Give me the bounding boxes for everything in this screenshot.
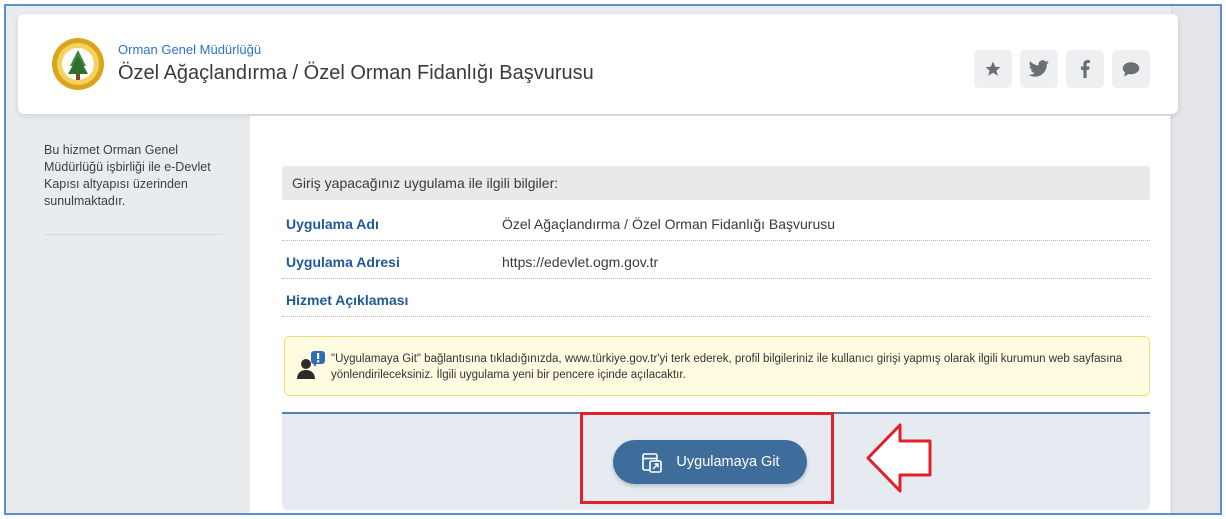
- row-label: Uygulama Adresi: [286, 254, 400, 270]
- redirect-notice: "Uygulamaya Git" bağlantısına tıkladığın…: [284, 336, 1150, 396]
- twitter-icon: [1028, 60, 1049, 77]
- star-icon: [985, 61, 1001, 76]
- service-header: Orman Genel Müdürlüğü Özel Ağaçlandırma …: [18, 14, 1178, 114]
- notice-text: "Uygulamaya Git" bağlantısına tıkladığın…: [331, 353, 1123, 381]
- org-name-link[interactable]: Orman Genel Müdürlüğü: [118, 42, 261, 57]
- ogm-logo-icon: [50, 36, 106, 92]
- sidebar-divider: [44, 234, 222, 235]
- page-title: Özel Ağaçlandırma / Özel Orman Fidanlığı…: [118, 62, 594, 84]
- row-value: https://edevlet.ogm.gov.tr: [502, 254, 659, 270]
- scrollbar-area[interactable]: [1171, 6, 1220, 513]
- user-alert-icon: [295, 351, 327, 381]
- left-arrow-icon: [866, 423, 932, 493]
- info-heading: Giriş yapacağınız uygulama ile ilgili bi…: [282, 166, 1150, 200]
- facebook-icon: [1080, 60, 1090, 78]
- highlight-box: [580, 412, 834, 504]
- social-actions: [974, 50, 1150, 88]
- facebook-share-button[interactable]: [1066, 50, 1104, 88]
- browser-viewport: Orman Genel Müdürlüğü Özel Ağaçlandırma …: [4, 4, 1222, 515]
- row-label: Uygulama Adı: [286, 216, 379, 232]
- sidebar-info-text: Bu hizmet Orman Genel Müdürlüğü işbirliğ…: [44, 143, 211, 208]
- info-row-service-description: Hizmet Açıklaması: [282, 286, 1150, 317]
- favorite-button[interactable]: [974, 50, 1012, 88]
- comment-icon: [1122, 62, 1140, 77]
- row-value: Özel Ağaçlandırma / Özel Orman Fidanlığı…: [502, 216, 836, 232]
- row-label: Hizmet Açıklaması: [286, 292, 409, 308]
- info-row-app-address: Uygulama Adresi https://edevlet.ogm.gov.…: [282, 248, 1150, 279]
- comment-button[interactable]: [1112, 50, 1150, 88]
- info-row-app-name: Uygulama Adı Özel Ağaçlandırma / Özel Or…: [282, 210, 1150, 241]
- twitter-share-button[interactable]: [1020, 50, 1058, 88]
